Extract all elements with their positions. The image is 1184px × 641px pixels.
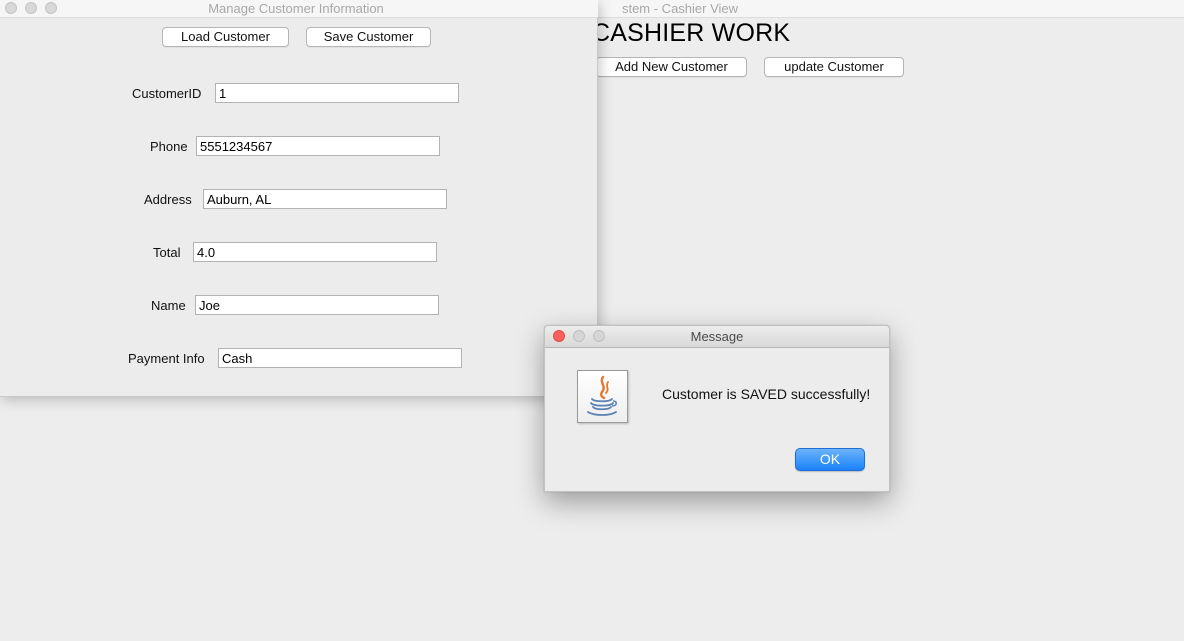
message-dialog: Message Customer is SAVED successfully! … (544, 325, 890, 492)
add-new-customer-button[interactable]: Add New Customer (596, 57, 747, 77)
customer-id-label: CustomerID (132, 86, 202, 101)
java-icon (577, 370, 628, 423)
name-field[interactable] (195, 295, 439, 315)
name-label: Name (151, 298, 186, 313)
update-customer-button[interactable]: update Customer (764, 57, 904, 77)
payment-info-field[interactable] (218, 348, 462, 368)
manage-customer-title: Manage Customer Information (208, 1, 384, 16)
message-dialog-title: Message (690, 329, 744, 344)
payment-info-label: Payment Info (128, 351, 205, 366)
address-field[interactable] (203, 189, 447, 209)
phone-label: Phone (150, 139, 188, 154)
save-customer-button[interactable]: Save Customer (306, 27, 431, 47)
load-customer-button[interactable]: Load Customer (162, 27, 289, 47)
manage-customer-window: Manage Customer Information Load Custome… (0, 0, 598, 397)
total-label: Total (153, 245, 181, 260)
message-dialog-titlebar[interactable]: Message (545, 326, 889, 348)
total-field[interactable] (193, 242, 437, 262)
manage-customer-titlebar[interactable]: Manage Customer Information (0, 0, 598, 18)
address-label: Address (144, 192, 192, 207)
ok-button[interactable]: OK (795, 448, 865, 471)
phone-field[interactable] (196, 136, 440, 156)
dialog-message-text: Customer is SAVED successfully! (662, 386, 871, 402)
customer-id-field[interactable] (215, 83, 459, 103)
cashier-heading: CASHIER WORK (592, 19, 791, 47)
